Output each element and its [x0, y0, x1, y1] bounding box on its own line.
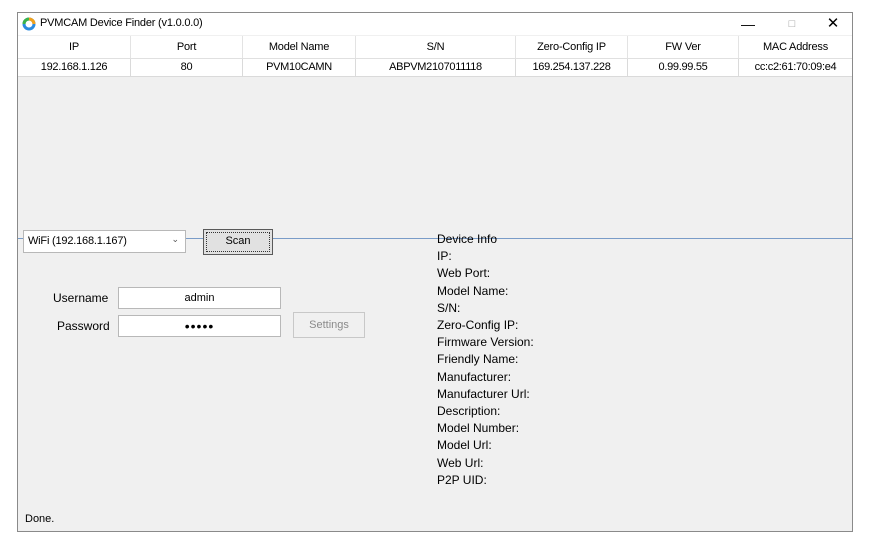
cell-port: 80 — [131, 59, 243, 76]
app-window: PVMCAM Device Finder (v1.0.0.0) — □ ✕ IP… — [17, 12, 853, 532]
status-text: Done. — [25, 513, 55, 525]
column-header-zero-config-ip[interactable]: Zero-Config IP — [516, 36, 628, 58]
cell-model-name: PVM10CAMN — [243, 59, 356, 76]
device-info-manufacturer-label: Manufacturer: — [437, 369, 512, 384]
device-info-model-number-label: Model Number: — [437, 421, 520, 436]
device-info-model-name-label: Model Name: — [437, 283, 509, 298]
chevron-down-icon: ⌄ — [171, 234, 179, 244]
device-list[interactable]: IP Port Model Name S/N Zero-Config IP FW… — [18, 36, 852, 239]
device-info-firmware-version-label: Firmware Version: — [437, 335, 534, 350]
maximize-button[interactable]: □ — [774, 13, 810, 35]
username-label: Username — [53, 291, 109, 305]
device-info-model-url-label: Model Url: — [437, 438, 492, 453]
device-info-panel: Device Info IP: Web Port: Model Name: S/… — [437, 231, 534, 489]
device-info-friendly-name-label: Friendly Name: — [437, 352, 519, 367]
device-info-heading: Device Info — [437, 232, 498, 246]
device-info-ip-label: IP: — [437, 249, 452, 264]
network-interface-value: WiFi (192.168.1.167) — [28, 235, 127, 247]
title-bar[interactable]: PVMCAM Device Finder (v1.0.0.0) — □ ✕ — [18, 13, 852, 35]
settings-button[interactable]: Settings — [293, 312, 365, 338]
username-field[interactable]: admin — [118, 287, 281, 309]
device-list-header: IP Port Model Name S/N Zero-Config IP FW… — [18, 36, 852, 59]
cell-sn: ABPVM2107011118 — [356, 59, 516, 76]
device-info-web-url-label: Web Url: — [437, 455, 484, 470]
window-title: PVMCAM Device Finder (v1.0.0.0) — [40, 17, 203, 29]
column-header-mac-address[interactable]: MAC Address — [739, 36, 852, 58]
device-info-description-label: Description: — [437, 404, 501, 419]
cell-ip: 192.168.1.126 — [18, 59, 131, 76]
column-header-sn[interactable]: S/N — [356, 36, 516, 58]
app-ring-icon — [22, 17, 36, 31]
minimize-button[interactable]: — — [730, 13, 766, 35]
device-info-sn-label: S/N: — [437, 300, 461, 315]
password-label: Password — [57, 319, 110, 333]
device-info-p2p-uid-label: P2P UID: — [437, 472, 487, 487]
network-interface-select[interactable]: WiFi (192.168.1.167) ⌄ — [23, 230, 186, 253]
device-info-manufacturer-url-label: Manufacturer Url: — [437, 386, 530, 401]
cell-fw-ver: 0.99.99.55 — [628, 59, 739, 76]
column-header-ip[interactable]: IP — [18, 36, 131, 58]
column-header-model-name[interactable]: Model Name — [243, 36, 356, 58]
device-info-zero-config-ip-label: Zero-Config IP: — [437, 318, 519, 333]
close-button[interactable]: ✕ — [815, 13, 851, 35]
column-header-fw-ver[interactable]: FW Ver — [628, 36, 739, 58]
device-info-web-port-label: Web Port: — [437, 266, 491, 281]
table-row[interactable]: 192.168.1.126 80 PVM10CAMN ABPVM21070111… — [18, 59, 852, 77]
scan-button[interactable]: Scan — [203, 229, 273, 255]
password-field[interactable]: ••••• — [118, 315, 281, 337]
cell-mac-address: cc:c2:61:70:09:e4 — [754, 61, 837, 73]
column-header-port[interactable]: Port — [131, 36, 243, 58]
cell-zero-config-ip: 169.254.137.228 — [516, 59, 628, 76]
